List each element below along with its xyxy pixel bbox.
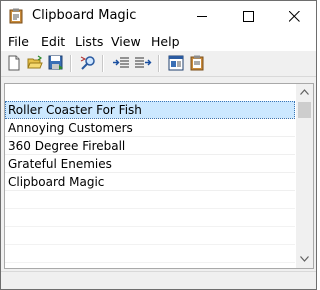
empty-row xyxy=(5,245,295,263)
clipboard-app-icon xyxy=(8,8,24,24)
menu-view[interactable]: View xyxy=(111,34,141,49)
status-bar xyxy=(1,271,316,289)
chevron-up-icon xyxy=(300,89,309,95)
open-folder-icon xyxy=(27,55,43,69)
title-bar[interactable]: Clipboard Magic xyxy=(1,1,316,31)
paste-button[interactable] xyxy=(188,54,206,72)
empty-row xyxy=(5,191,295,209)
find-icon xyxy=(80,56,95,70)
list-item[interactable]: Grateful Enemies xyxy=(5,155,295,173)
open-button[interactable] xyxy=(26,54,44,72)
toolbar-separator xyxy=(70,55,72,72)
new-button[interactable] xyxy=(5,54,23,72)
toolbar xyxy=(1,52,316,77)
menu-lists[interactable]: Lists xyxy=(75,34,103,49)
find-button[interactable] xyxy=(79,54,97,72)
save-icon xyxy=(48,55,63,70)
menu-edit[interactable]: Edit xyxy=(41,34,65,49)
toolbar-separator xyxy=(158,55,160,72)
scroll-thumb[interactable] xyxy=(298,102,311,118)
close-button[interactable] xyxy=(277,1,312,31)
indent-right-button[interactable] xyxy=(133,54,152,72)
maximize-icon xyxy=(243,11,254,22)
minimize-icon xyxy=(197,16,207,17)
list-item[interactable]: 360 Degree Fireball xyxy=(5,137,295,155)
properties-button[interactable] xyxy=(167,54,185,72)
menu-help[interactable]: Help xyxy=(151,34,180,49)
indent-right-icon xyxy=(135,57,152,68)
toolbar-separator xyxy=(102,55,104,72)
new-document-icon xyxy=(8,55,20,71)
list-item[interactable]: Roller Coaster For Fish xyxy=(5,101,295,119)
save-button[interactable] xyxy=(47,54,65,72)
app-window: Clipboard Magic File Edit Lists View Hel… xyxy=(0,0,317,290)
paste-clipboard-icon xyxy=(190,55,204,71)
list-item[interactable]: Clipboard Magic xyxy=(5,173,295,191)
vertical-scrollbar[interactable] xyxy=(296,84,313,268)
menu-file[interactable]: File xyxy=(8,34,29,49)
indent-left-button[interactable] xyxy=(111,54,129,72)
minimize-button[interactable] xyxy=(185,1,220,31)
list-header xyxy=(5,84,295,102)
window-title: Clipboard Magic xyxy=(32,8,137,23)
chevron-down-icon xyxy=(300,256,309,262)
list-rows: Roller Coaster For Fish Annoying Custome… xyxy=(5,101,295,263)
empty-row xyxy=(5,209,295,227)
properties-icon xyxy=(168,55,184,71)
scroll-up-button[interactable] xyxy=(296,84,313,101)
scroll-down-button[interactable] xyxy=(296,251,313,268)
maximize-button[interactable] xyxy=(231,1,266,31)
indent-left-icon xyxy=(113,57,129,68)
close-icon xyxy=(289,11,300,22)
menu-bar: File Edit Lists View Help xyxy=(1,31,316,51)
empty-row xyxy=(5,227,295,245)
list-item[interactable]: Annoying Customers xyxy=(5,119,295,137)
clip-list[interactable]: Roller Coaster For Fish Annoying Custome… xyxy=(4,83,314,269)
